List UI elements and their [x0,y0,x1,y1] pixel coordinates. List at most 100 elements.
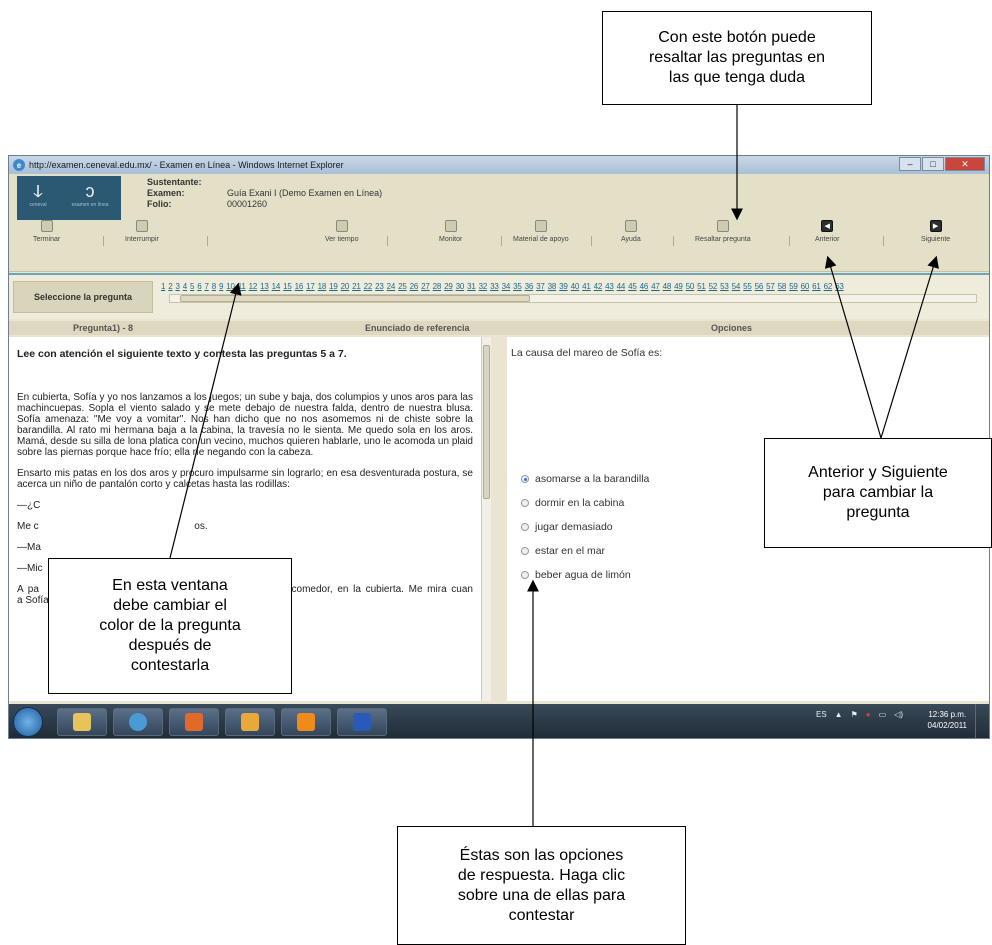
question-number-link[interactable]: 56 [755,282,764,291]
ver-tiempo-button[interactable]: Ver tiempo [325,220,358,243]
question-number-link[interactable]: 55 [743,282,752,291]
question-number-link[interactable]: 51 [697,282,706,291]
question-number-link[interactable]: 57 [766,282,775,291]
scrollbar-thumb[interactable] [180,295,530,302]
monitor-button[interactable]: Monitor [439,220,462,243]
question-list-scrollbar[interactable] [169,294,977,303]
question-number-link[interactable]: 9 [219,282,223,291]
question-number-link[interactable]: 24 [387,282,396,291]
radio-button[interactable] [521,571,529,579]
question-number-link[interactable]: 38 [548,282,557,291]
answer-option[interactable]: asomarse a la barandilla [521,467,649,491]
question-number-link[interactable]: 2 [168,282,172,291]
clock[interactable]: 12:36 p.m. 04/02/2011 [928,709,967,731]
question-number-link[interactable]: 21 [352,282,361,291]
question-number-link[interactable]: 25 [398,282,407,291]
close-button[interactable]: ✕ [945,157,985,171]
question-number-link[interactable]: 17 [306,282,315,291]
answer-option[interactable]: jugar demasiado [521,515,649,539]
question-number-link[interactable]: 47 [651,282,660,291]
radio-button[interactable] [521,523,529,531]
question-number-link[interactable]: 34 [502,282,511,291]
material-de-apoyo-button[interactable]: Material de apoyo [513,220,569,243]
question-number-link[interactable]: 26 [410,282,419,291]
question-number-link[interactable]: 39 [559,282,568,291]
question-number-link[interactable]: 33 [490,282,499,291]
question-number-link[interactable]: 27 [421,282,430,291]
question-number-link[interactable]: 14 [272,282,281,291]
answer-option[interactable]: estar en el mar [521,539,649,563]
question-number-link[interactable]: 28 [433,282,442,291]
question-number-link[interactable]: 53 [720,282,729,291]
flag-icon[interactable]: ⚑ [851,710,858,719]
question-number-link[interactable]: 30 [456,282,465,291]
reading-scrollbar[interactable] [481,337,491,701]
question-number-link[interactable]: 44 [617,282,626,291]
question-number-link[interactable]: 5 [190,282,194,291]
question-number-link[interactable]: 58 [778,282,787,291]
maximize-button[interactable]: □ [922,157,944,171]
tray-arrow-icon[interactable]: ▲ [835,710,843,719]
volume-icon[interactable]: ◁) [894,710,903,719]
question-number-link[interactable]: 60 [801,282,810,291]
question-number-link[interactable]: 6 [197,282,201,291]
question-number-link[interactable]: 18 [318,282,327,291]
terminar-button[interactable]: Terminar [33,220,60,243]
question-number-link[interactable]: 22 [364,282,373,291]
language-indicator[interactable]: ES [816,710,827,719]
answer-option[interactable]: dormir en la cabina [521,491,649,515]
radio-button[interactable] [521,547,529,555]
question-number-link[interactable]: 8 [212,282,216,291]
question-number-link[interactable]: 20 [341,282,350,291]
scrollbar-thumb[interactable] [483,345,490,499]
taskbar-outlook[interactable] [225,708,275,736]
taskbar-ie[interactable] [113,708,163,736]
ayuda-button[interactable]: Ayuda [621,220,641,243]
question-number-link[interactable]: 1 [161,282,165,291]
question-number-link[interactable]: 63 [835,282,844,291]
question-number-link[interactable]: 46 [640,282,649,291]
minimize-button[interactable]: – [899,157,921,171]
question-number-link[interactable]: 23 [375,282,384,291]
question-number-link[interactable]: 4 [183,282,187,291]
question-number-link[interactable]: 45 [628,282,637,291]
question-number-link[interactable]: 62 [824,282,833,291]
question-number-link[interactable]: 36 [525,282,534,291]
interrumpir-button[interactable]: Interrumpir [125,220,159,243]
question-number-link[interactable]: 54 [732,282,741,291]
taskbar-media[interactable] [169,708,219,736]
question-number-link[interactable]: 42 [594,282,603,291]
resaltar-pregunta-button[interactable]: Resaltar pregunta [695,220,751,243]
question-number-link[interactable]: 40 [571,282,580,291]
radio-button[interactable] [521,499,529,507]
start-button[interactable] [13,707,43,737]
question-number-link[interactable]: 11 [238,282,246,291]
question-number-link[interactable]: 12 [249,282,258,291]
siguiente-button[interactable]: ▶ Siguiente [921,220,950,243]
question-number-link[interactable]: 52 [709,282,718,291]
question-number-link[interactable]: 41 [582,282,591,291]
question-number-link[interactable]: 37 [536,282,545,291]
question-number-link[interactable]: 59 [789,282,798,291]
question-number-link[interactable]: 48 [663,282,672,291]
security-icon[interactable]: ● [866,710,871,719]
question-number-link[interactable]: 3 [176,282,180,291]
question-number-link[interactable]: 10 [226,282,235,291]
question-number-link[interactable]: 32 [479,282,488,291]
question-number-link[interactable]: 16 [295,282,304,291]
question-number-link[interactable]: 49 [674,282,683,291]
radio-button[interactable] [521,475,529,483]
question-number-link[interactable]: 61 [812,282,821,291]
question-number-link[interactable]: 7 [205,282,209,291]
taskbar-explorer[interactable] [57,708,107,736]
question-number-link[interactable]: 35 [513,282,522,291]
network-icon[interactable]: ▭ [879,710,887,719]
show-desktop-button[interactable] [975,704,989,738]
question-number-link[interactable]: 15 [283,282,292,291]
taskbar-word[interactable] [337,708,387,736]
taskbar-vlc[interactable] [281,708,331,736]
anterior-button[interactable]: ◀ Anterior [815,220,840,243]
question-number-link[interactable]: 50 [686,282,695,291]
question-number-link[interactable]: 29 [444,282,453,291]
question-number-link[interactable]: 13 [260,282,269,291]
